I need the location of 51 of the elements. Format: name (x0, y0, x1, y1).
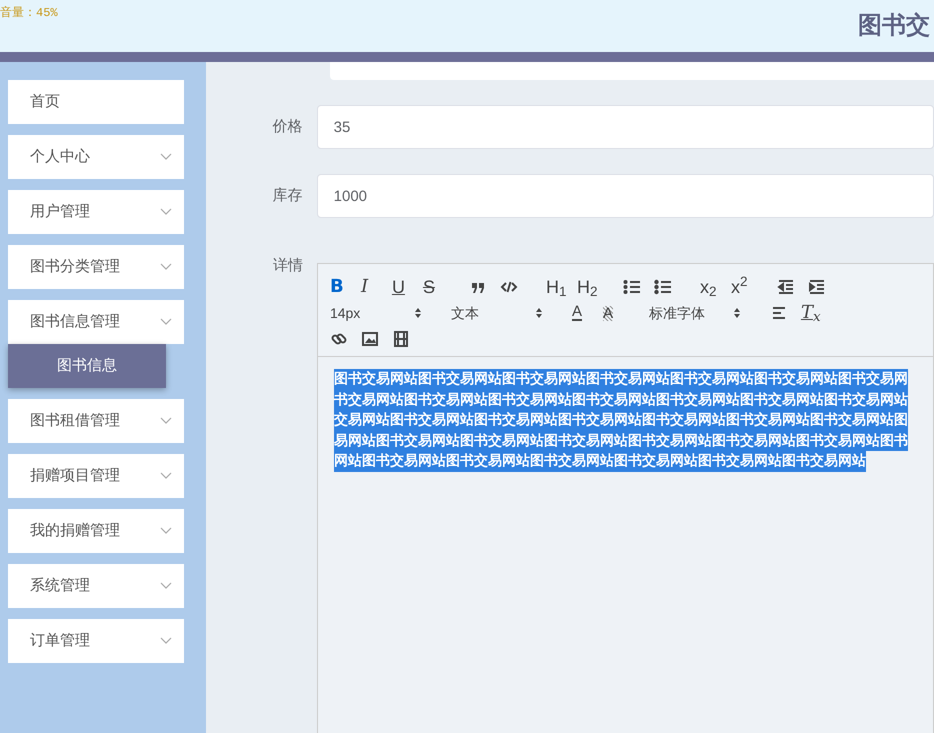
outdent-icon (776, 278, 795, 296)
volume-text: 音量：45% (0, 5, 58, 22)
menu-item[interactable]: 图书租借管理 (8, 399, 184, 444)
film-icon (392, 330, 410, 348)
dropdown-select[interactable]: 文本 (450, 301, 547, 325)
dropdown-select[interactable]: 标准字体 (648, 301, 745, 325)
field-label: 库存 (272, 186, 303, 206)
menu-item[interactable]: 我的捐赠管理 (8, 509, 184, 554)
menu-item[interactable]: 捐赠项目管理 (8, 454, 184, 498)
format-button[interactable]: T$_{x}$ (800, 301, 832, 325)
menu-item[interactable]: 个人中心 (8, 135, 184, 179)
format-button[interactable]: A (572, 301, 603, 325)
input-field[interactable] (330, 62, 934, 80)
chevron-icon (160, 472, 172, 480)
updown-arrows-icon (414, 307, 422, 319)
chevron-icon (160, 582, 172, 590)
chevron-icon (160, 527, 172, 536)
format-button[interactable]: x$^{2}$ (730, 275, 762, 299)
chevron-icon (160, 417, 172, 426)
chevron-icon (160, 208, 172, 216)
input-field[interactable]: 35 (316, 105, 934, 149)
format-button[interactable]: H$_{2}$ (576, 275, 608, 299)
format-button[interactable]: I (360, 275, 392, 299)
chevron-icon (160, 153, 172, 161)
chevron-icon (160, 637, 172, 646)
format-button[interactable]: U (392, 275, 423, 299)
menu-item[interactable]: 订单管理 (8, 619, 184, 664)
field-label: 详情 (272, 256, 303, 276)
format-button[interactable]: B (330, 275, 361, 299)
chevron-icon (160, 263, 172, 271)
input-field[interactable]: 1000 (316, 174, 934, 218)
format-button[interactable]: H$_{1}$ (546, 275, 577, 299)
menu-item[interactable]: 图书分类管理 (8, 245, 184, 289)
menu-item[interactable]: 系统管理 (8, 564, 184, 608)
field-label: 价格 (272, 116, 303, 137)
rich-text-editor[interactable] (316, 263, 934, 733)
image-icon (360, 330, 379, 348)
submenu-item[interactable]: 图书信息 (8, 344, 166, 388)
bullet-list-icon (654, 278, 672, 296)
format-button[interactable]: A (602, 301, 634, 325)
menu-item[interactable]: 图书信息管理 (8, 300, 184, 344)
indent-icon (808, 278, 826, 296)
format-button[interactable]: S (422, 275, 454, 299)
menu-item[interactable]: 首页 (8, 80, 184, 124)
menu-item[interactable]: 用户管理 (8, 190, 184, 234)
chevron-icon (160, 318, 172, 326)
site-title: 图书交 (858, 11, 930, 41)
updown-arrows-icon (534, 307, 543, 319)
dropdown-select[interactable]: 14px (330, 301, 426, 325)
updown-arrows-icon (732, 307, 741, 319)
format-button[interactable]: x$_{2}$ (700, 275, 731, 299)
